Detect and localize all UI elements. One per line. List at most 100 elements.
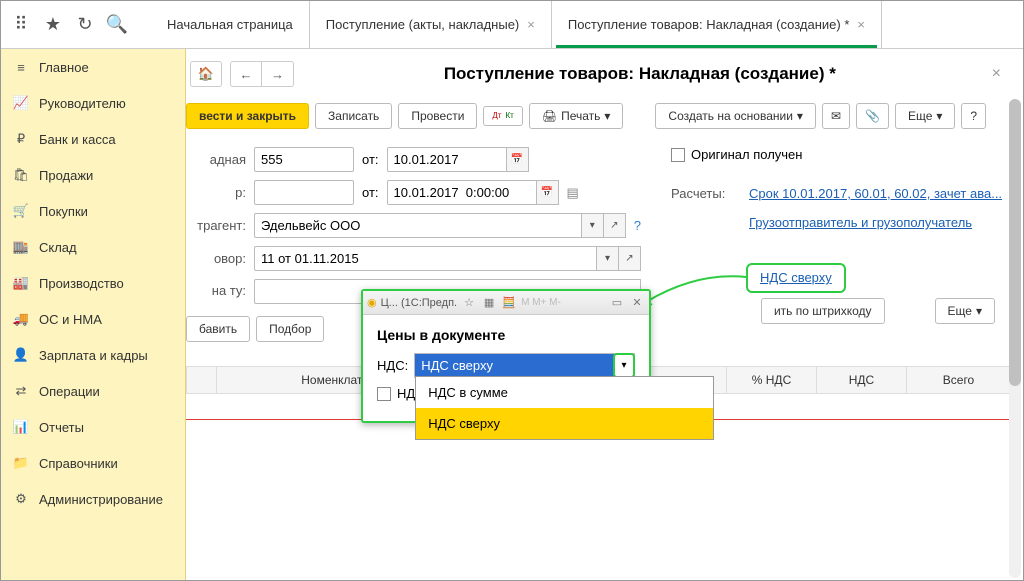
sidebar-item-sales[interactable]: 🛍Продажи xyxy=(1,157,185,193)
from-label: от: xyxy=(362,152,379,167)
sidebar-item-label: Администрирование xyxy=(39,492,163,507)
doc-icon[interactable]: ▤ xyxy=(567,185,579,201)
tab-current[interactable]: Поступление товаров: Накладная (создание… xyxy=(552,1,882,48)
memory-buttons[interactable]: M M+ M- xyxy=(521,297,561,308)
print-button[interactable]: 🖨 Печать ▾ xyxy=(529,103,624,129)
apps-icon[interactable]: ⠿ xyxy=(9,13,33,37)
empty-input[interactable] xyxy=(254,180,354,205)
sidebar-item-reports[interactable]: 📊Отчеты xyxy=(1,409,185,445)
tab-start[interactable]: Начальная страница xyxy=(151,1,310,48)
gear-icon: ⚙ xyxy=(13,491,29,507)
envelope-button[interactable]: ✉ xyxy=(822,103,850,129)
report-icon: 📊 xyxy=(13,419,29,435)
number-input[interactable] xyxy=(254,147,354,172)
sidebar-item-label: Покупки xyxy=(39,204,88,219)
home-button[interactable]: 🏠 xyxy=(190,61,222,87)
open-icon[interactable]: ↗ xyxy=(619,246,641,271)
th-total: Всего xyxy=(907,367,1010,393)
calendar-icon[interactable]: 📅 xyxy=(537,180,559,205)
sidebar-item-label: Склад xyxy=(39,240,77,255)
vat-badge: НДС сверху xyxy=(746,263,846,293)
history-icon[interactable]: ↻ xyxy=(73,13,97,37)
shipper-link[interactable]: Грузоотправитель и грузополучатель xyxy=(749,215,972,230)
scrollbar[interactable] xyxy=(1009,99,1021,578)
contragent-input[interactable] xyxy=(254,213,582,238)
sidebar-item-assets[interactable]: 🚚ОС и НМА xyxy=(1,301,185,337)
help-button[interactable]: ? xyxy=(961,103,986,129)
contract-input[interactable] xyxy=(254,246,597,271)
popup-heading: Цены в документе xyxy=(377,327,635,343)
chart-icon: 📈 xyxy=(13,95,29,111)
barcode-button[interactable]: ить по штрихкоду xyxy=(761,298,885,324)
from-label2: от: xyxy=(362,185,379,200)
date2-input[interactable] xyxy=(387,180,537,205)
create-based-button[interactable]: Создать на основании ▾ xyxy=(655,103,816,129)
more-goods-button[interactable]: Еще ▾ xyxy=(935,298,995,324)
vat-option-1[interactable]: НДС сверху xyxy=(416,408,713,439)
close-button[interactable]: × xyxy=(986,65,1007,83)
person-icon: 👤 xyxy=(13,347,29,363)
add-button[interactable]: бавить xyxy=(186,316,250,342)
chevron-down-icon[interactable]: ▾ xyxy=(597,246,619,271)
top-bar: ⠿ ★ ↻ 🔍 Начальная страница Поступление (… xyxy=(1,1,1023,49)
bag-icon: 🛍 xyxy=(13,167,29,183)
original-checkbox[interactable] xyxy=(671,148,685,162)
search-icon[interactable]: 🔍 xyxy=(105,13,129,37)
forward-button[interactable]: → xyxy=(262,61,294,87)
calc-label: Расчеты: xyxy=(671,186,741,201)
sidebar-item-production[interactable]: 🏭Производство xyxy=(1,265,185,301)
vat-select-label: НДС: xyxy=(377,358,408,373)
calendar-icon[interactable]: 📅 xyxy=(507,147,529,172)
calc-icon[interactable]: 🧮 xyxy=(501,295,517,311)
page-title: Поступление товаров: Накладная (создание… xyxy=(302,64,978,84)
vat-option-0[interactable]: НДС в сумме xyxy=(416,377,713,408)
star-icon[interactable]: ☆ xyxy=(461,295,477,311)
sidebar-item-purchases[interactable]: 🛒 Покупки xyxy=(1,193,185,229)
close-icon[interactable]: × xyxy=(519,17,535,32)
post-button[interactable]: Провести xyxy=(398,103,477,129)
contract-label: овор: xyxy=(186,251,246,266)
th-vat: НДС xyxy=(817,367,907,393)
chevron-down-icon[interactable]: ▾ xyxy=(582,213,604,238)
sidebar-item-warehouse[interactable]: 🏬Склад xyxy=(1,229,185,265)
vat-select-value[interactable] xyxy=(415,354,614,377)
dtkt-button[interactable]: ДтКт xyxy=(483,106,522,126)
vat-link[interactable]: НДС сверху xyxy=(760,270,832,285)
minimize-icon[interactable]: ▭ xyxy=(609,295,625,311)
doc-type-label: адная xyxy=(186,152,246,167)
select-button[interactable]: Подбор xyxy=(256,316,324,342)
close-icon[interactable]: ✕ xyxy=(629,295,645,311)
document-toolbar: вести и закрыть Записать Провести ДтКт 🖨… xyxy=(186,99,1011,143)
back-button[interactable]: ← xyxy=(230,61,262,87)
sidebar-item-main[interactable]: ≡Главное xyxy=(1,49,185,85)
sidebar-item-label: Операции xyxy=(39,384,100,399)
sidebar-item-catalogs[interactable]: 📁Справочники xyxy=(1,445,185,481)
star-icon[interactable]: ★ xyxy=(41,13,65,37)
chevron-down-icon[interactable]: ▾ xyxy=(613,353,635,378)
nd-checkbox[interactable] xyxy=(377,387,391,401)
popup-titlebar[interactable]: ◉ Ц... (1С:Предп. ☆ ▦ 🧮 M M+ M- ▭ ✕ xyxy=(363,291,649,315)
open-icon[interactable]: ↗ xyxy=(604,213,626,238)
post-close-button[interactable]: вести и закрыть xyxy=(186,103,309,129)
cart-icon: 🛒 xyxy=(13,203,29,219)
sidebar-item-manager[interactable]: 📈Руководителю xyxy=(1,85,185,121)
help-icon[interactable]: ? xyxy=(634,218,641,233)
date1-input[interactable] xyxy=(387,147,507,172)
more-button[interactable]: Еще ▾ xyxy=(895,103,955,129)
original-label: Оригинал получен xyxy=(691,147,802,162)
folder-icon: 📁 xyxy=(13,455,29,471)
tab-receipts[interactable]: Поступление (акты, накладные)× xyxy=(310,1,552,48)
save-button[interactable]: Записать xyxy=(315,103,392,129)
contragent-label: трагент: xyxy=(186,218,246,233)
sidebar-item-bank[interactable]: ₽Банк и касса xyxy=(1,121,185,157)
sidebar-item-admin[interactable]: ⚙ Администрирование xyxy=(1,481,185,517)
calc-link[interactable]: Срок 10.01.2017, 60.01, 60.02, зачет ава… xyxy=(749,186,1002,201)
grid-icon[interactable]: ▦ xyxy=(481,295,497,311)
main: ≡Главное 📈Руководителю ₽Банк и касса 🛍Пр… xyxy=(1,49,1023,580)
close-icon[interactable]: × xyxy=(849,17,865,32)
clip-button[interactable]: 📎 xyxy=(856,103,889,129)
sidebar-item-operations[interactable]: ⇄Операции xyxy=(1,373,185,409)
vat-select[interactable]: ▾ НДС в сумме НДС сверху xyxy=(414,353,635,378)
sidebar-item-salary[interactable]: 👤Зарплата и кадры xyxy=(1,337,185,373)
account-label: на ту: xyxy=(186,284,246,298)
